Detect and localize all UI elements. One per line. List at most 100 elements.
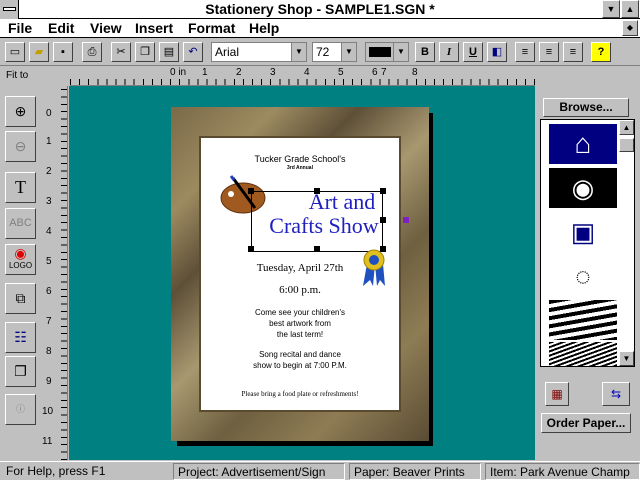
ruler-tick: 1 bbox=[202, 67, 208, 78]
group-tool-icon[interactable]: ⧉ bbox=[5, 283, 36, 314]
text-tool-icon[interactable]: T bbox=[5, 172, 36, 203]
headline-tool-icon[interactable]: ABC bbox=[5, 208, 36, 239]
ruler-tick: 4 bbox=[304, 67, 310, 78]
paper-preview-icon[interactable]: ▦ bbox=[545, 382, 569, 406]
layers-tool-icon[interactable]: ❐ bbox=[5, 356, 36, 387]
selection-handle[interactable] bbox=[314, 246, 320, 252]
undo-icon[interactable]: ↶ bbox=[183, 42, 203, 62]
cut-scissors-icon[interactable]: ✂ bbox=[111, 42, 131, 62]
menu-file[interactable]: File bbox=[8, 19, 32, 37]
menu-bar: File Edit View Insert Format Help ◆ bbox=[0, 19, 640, 38]
window-title: Stationery Shop - SAMPLE1.SGN * bbox=[205, 1, 435, 17]
bold-button[interactable]: B bbox=[415, 42, 435, 62]
house-clip-icon[interactable]: ⌂ bbox=[549, 124, 617, 164]
save-disk-icon[interactable]: ▪ bbox=[53, 42, 73, 62]
ruler-tick: 0 in bbox=[170, 67, 187, 78]
logo-tool-icon[interactable]: ◉ LOGO bbox=[5, 244, 36, 275]
align-left-icon[interactable]: ≡ bbox=[515, 42, 535, 62]
scroll-down-button[interactable]: ▼ bbox=[619, 351, 634, 366]
ruler-tick: 7 bbox=[381, 67, 387, 78]
system-menu-icon[interactable] bbox=[0, 0, 19, 19]
school-name[interactable]: Tucker Grade School's bbox=[201, 154, 399, 164]
scroll-thumb[interactable] bbox=[619, 138, 634, 152]
fit-to-label: Fit to bbox=[6, 70, 29, 81]
selection-handle[interactable] bbox=[314, 188, 320, 194]
annual-label[interactable]: 3rd Annual bbox=[201, 165, 399, 171]
title-bar: Stationery Shop - SAMPLE1.SGN * ▼ ▲ bbox=[0, 0, 640, 19]
selection-box[interactable] bbox=[251, 191, 383, 252]
chevron-down-icon[interactable]: ▼ bbox=[341, 43, 356, 61]
status-item: Item: Park Avenue Champ bbox=[485, 463, 640, 480]
color-text-icon[interactable]: ◧ bbox=[487, 42, 507, 62]
help-button[interactable]: ? bbox=[591, 42, 611, 62]
description-line[interactable]: the last term! bbox=[201, 330, 399, 339]
size-value: 72 bbox=[316, 45, 330, 59]
computer-clip-icon[interactable]: ▣ bbox=[549, 212, 617, 252]
description-line[interactable]: Song recital and dance bbox=[201, 350, 399, 359]
ruler-tick: 4 bbox=[46, 226, 52, 237]
menu-help[interactable]: Help bbox=[249, 19, 279, 37]
new-file-icon[interactable]: ▭ bbox=[5, 42, 25, 62]
circle-pattern-clip-icon[interactable]: ◌ bbox=[549, 256, 617, 296]
horizontal-ruler: 0 in 1 2 3 4 5 6 7 8 bbox=[70, 67, 535, 86]
wave-lines-clip-icon[interactable] bbox=[549, 300, 617, 340]
arrange-tool-icon[interactable]: ☷ bbox=[5, 322, 36, 353]
ruler-tick: 11 bbox=[42, 436, 53, 447]
menu-insert[interactable]: Insert bbox=[135, 19, 173, 37]
ruler-tick: 8 bbox=[46, 346, 52, 357]
copy-icon[interactable]: ❐ bbox=[135, 42, 155, 62]
status-paper: Paper: Beaver Prints bbox=[349, 463, 481, 480]
ruler-tick: 8 bbox=[412, 67, 418, 78]
align-right-icon[interactable]: ≡ bbox=[563, 42, 583, 62]
italic-button[interactable]: I bbox=[439, 42, 459, 62]
align-center-icon[interactable]: ≡ bbox=[539, 42, 559, 62]
ruler-tick: 6 bbox=[46, 286, 52, 297]
underline-button[interactable]: U bbox=[463, 42, 483, 62]
vertical-ruler: 0 1 2 3 4 5 6 7 8 9 10 11 bbox=[40, 86, 68, 460]
menu-view[interactable]: View bbox=[90, 19, 122, 37]
maximize-button[interactable]: ▲ bbox=[621, 0, 639, 18]
description-line[interactable]: best artwork from bbox=[201, 319, 399, 328]
chevron-down-icon[interactable]: ▼ bbox=[393, 43, 408, 61]
swap-arrows-icon[interactable]: ⇆ bbox=[602, 382, 630, 406]
stripes-clip-icon[interactable] bbox=[549, 342, 617, 366]
minimize-button[interactable]: ▼ bbox=[602, 0, 620, 18]
ruler-tick: 5 bbox=[46, 256, 52, 267]
ruler-tick: 3 bbox=[46, 196, 52, 207]
menu-format[interactable]: Format bbox=[188, 19, 235, 37]
event-time[interactable]: 6:00 p.m. bbox=[201, 284, 399, 296]
description-line[interactable]: Come see your children's bbox=[201, 308, 399, 317]
ruler-tick: 10 bbox=[42, 406, 54, 417]
font-select[interactable]: Arial ▼ bbox=[211, 42, 307, 62]
document-restore-button[interactable]: ◆ bbox=[622, 20, 638, 36]
order-paper-button[interactable]: Order Paper... bbox=[541, 413, 631, 433]
status-bar: For Help, press F1 Project: Advertisemen… bbox=[0, 461, 640, 480]
zoom-in-icon[interactable]: ⊕ bbox=[5, 96, 36, 127]
size-select[interactable]: 72 ▼ bbox=[312, 42, 357, 62]
color-swatch bbox=[369, 47, 391, 57]
color-select[interactable]: ▼ bbox=[365, 42, 409, 62]
clip-art-gallery[interactable]: ⌂ ◉ ▣ ◌ ▲ ▼ bbox=[540, 119, 635, 367]
event-date[interactable]: Tuesday, April 27th bbox=[201, 262, 399, 274]
zoom-out-icon[interactable]: ⊖ bbox=[5, 131, 36, 162]
description-line[interactable]: show to begin at 7:00 P.M. bbox=[201, 361, 399, 370]
print-icon[interactable]: ⎙ bbox=[82, 42, 102, 62]
selection-handle[interactable] bbox=[248, 246, 254, 252]
selection-handle[interactable] bbox=[380, 217, 386, 223]
menu-edit[interactable]: Edit bbox=[48, 19, 74, 37]
rotate-handle[interactable] bbox=[403, 217, 409, 223]
info-tool-icon[interactable]: ⓘ bbox=[5, 394, 36, 425]
selection-handle[interactable] bbox=[248, 188, 254, 194]
paste-icon[interactable]: ▤ bbox=[159, 42, 179, 62]
eye-clip-icon[interactable]: ◉ bbox=[549, 168, 617, 208]
open-folder-icon[interactable]: ▰ bbox=[29, 42, 49, 62]
ruler-tick: 2 bbox=[46, 166, 52, 177]
selection-handle[interactable] bbox=[380, 188, 386, 194]
chevron-down-icon[interactable]: ▼ bbox=[291, 43, 306, 61]
status-help: For Help, press F1 bbox=[6, 464, 106, 478]
browse-button[interactable]: Browse... bbox=[543, 98, 629, 117]
scroll-up-button[interactable]: ▲ bbox=[619, 120, 634, 135]
footer-note[interactable]: Please bring a food plate or refreshment… bbox=[201, 390, 399, 398]
sign-content-area[interactable]: Tucker Grade School's 3rd Annual Art and… bbox=[199, 136, 409, 412]
ruler-tick: 5 bbox=[338, 67, 344, 78]
